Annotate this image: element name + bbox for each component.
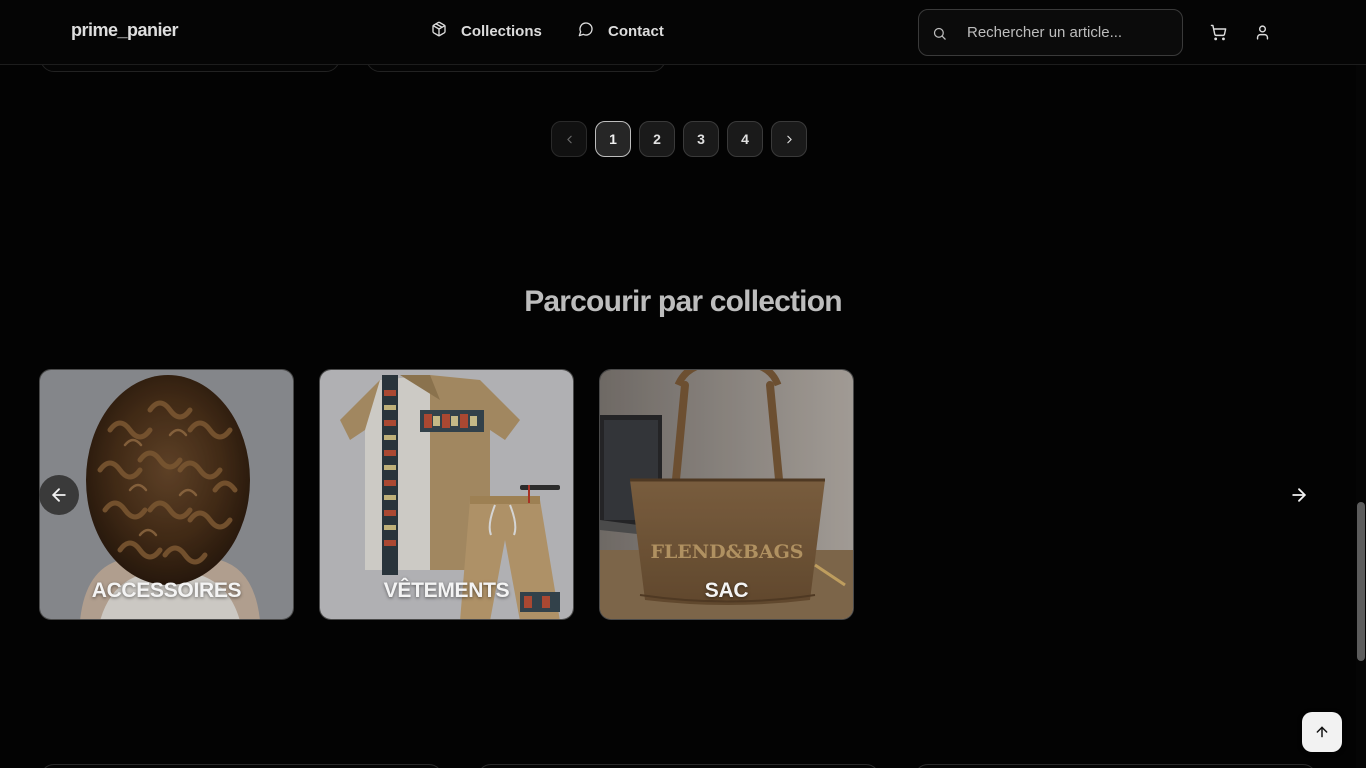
collection-label: ACCESSOIRES xyxy=(91,579,242,602)
chevron-right-icon xyxy=(786,135,792,143)
nav-contact-label: Contact xyxy=(608,22,664,40)
chevron-left-icon xyxy=(566,135,572,143)
product-card[interactable] xyxy=(477,764,880,768)
pagination-page-1[interactable]: 1 xyxy=(595,121,631,157)
arrow-left-icon xyxy=(52,488,66,502)
pagination-prev-button[interactable] xyxy=(551,121,587,157)
collection-card-vetements[interactable]: VÊTEMENTS xyxy=(319,369,574,620)
nav-collections-label: Collections xyxy=(461,22,542,40)
pagination-page-4[interactable]: 4 xyxy=(727,121,763,157)
arrow-up-icon xyxy=(1316,726,1328,738)
search-input[interactable] xyxy=(967,10,1177,55)
site-header: prime_panier Collections Contact xyxy=(0,0,1366,65)
product-card[interactable] xyxy=(40,764,443,768)
message-circle-icon xyxy=(578,21,594,41)
carousel-next-button[interactable] xyxy=(1286,482,1312,508)
pagination-page-3[interactable]: 3 xyxy=(683,121,719,157)
product-card[interactable] xyxy=(914,764,1317,768)
nav-contact[interactable]: Contact xyxy=(578,21,664,41)
collection-label: VÊTEMENTS xyxy=(383,579,510,602)
page: prime_panier Collections Contact Recherc… xyxy=(0,0,1366,768)
scrollbar-track[interactable] xyxy=(1356,65,1366,768)
pagination: 1 2 3 4 xyxy=(551,121,807,157)
nav-collections[interactable]: Collections xyxy=(431,21,542,41)
pagination-page-2[interactable]: 2 xyxy=(639,121,675,157)
section-title: Parcourir par collection xyxy=(524,285,842,318)
scrollbar-thumb[interactable] xyxy=(1357,502,1365,661)
cart-icon[interactable] xyxy=(1210,24,1227,41)
user-icon[interactable] xyxy=(1254,24,1271,41)
box-icon xyxy=(431,21,447,41)
arrow-right-icon xyxy=(1292,488,1306,502)
collection-label: SAC xyxy=(704,579,749,602)
carousel-prev-button[interactable] xyxy=(39,475,79,515)
collection-card-sac[interactable]: FLEND&BAGS SAC xyxy=(599,369,854,620)
pagination-next-button[interactable] xyxy=(771,121,807,157)
site-logo[interactable]: prime_panier xyxy=(71,20,179,41)
scroll-to-top-button[interactable] xyxy=(1302,712,1342,752)
search-icon xyxy=(932,26,947,41)
search-box[interactable] xyxy=(918,9,1183,56)
